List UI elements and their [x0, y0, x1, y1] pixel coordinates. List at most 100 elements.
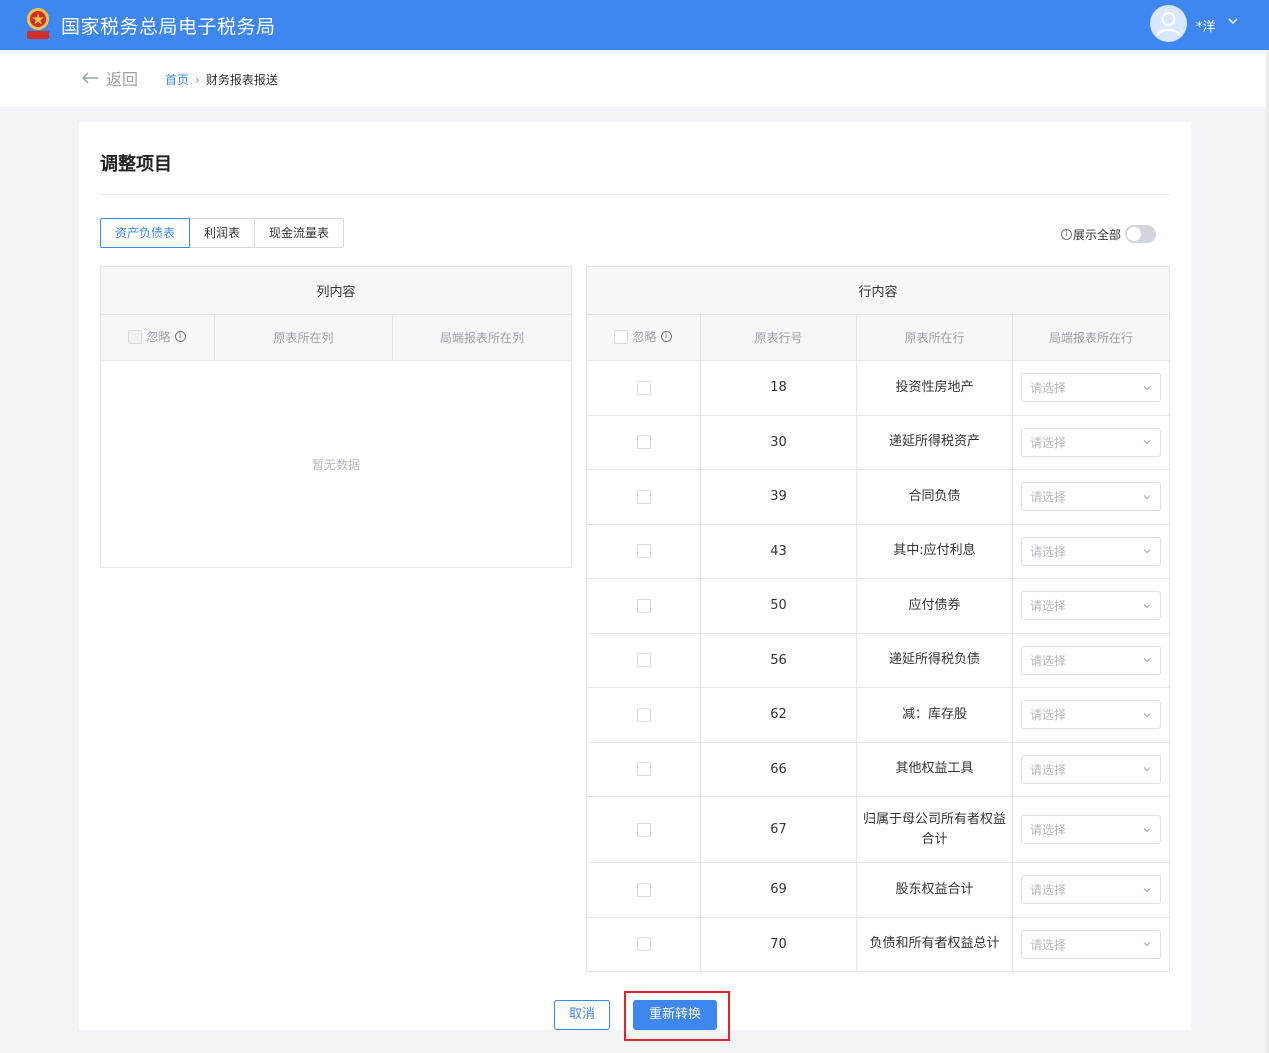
row-number: 69	[700, 862, 857, 918]
column-ignore-header: 忽略	[100, 314, 215, 361]
table-row: 67 归属于母公司所有者权益合计 请选择	[586, 796, 1171, 863]
table-row: 50 应付债券 请选择	[586, 578, 1171, 634]
show-all-label: 展示全部	[1073, 227, 1122, 242]
select-all-checkbox[interactable]	[614, 329, 629, 344]
row-item-name: 负债和所有者权益总计	[856, 916, 1013, 972]
top-header: 国家税务总局电子税务局 *洋	[0, 0, 1269, 50]
show-all-switch[interactable]	[1125, 225, 1157, 243]
row-ignore-checkbox[interactable]	[636, 882, 651, 897]
row-ignore-checkbox[interactable]	[636, 380, 651, 395]
back-label: 返回	[106, 70, 139, 89]
row-ignore-checkbox[interactable]	[636, 435, 651, 450]
row-ignore-checkbox[interactable]	[636, 489, 651, 504]
row-item-name: 其他权益工具	[856, 741, 1013, 797]
row-ignore-checkbox[interactable]	[636, 653, 651, 668]
reconvert-button[interactable]: 重新转换	[633, 1000, 717, 1030]
select-placeholder: 请选择	[1030, 490, 1067, 505]
select-all-checkbox	[128, 329, 143, 344]
adjust-items-card: 调整项目 资产负债表 利润表 现金流量表 展示全部 列内容 忽略 原表所在列 局…	[79, 122, 1191, 1041]
row-ignore-checkbox[interactable]	[636, 707, 651, 722]
select-placeholder: 请选择	[1030, 823, 1067, 837]
row-number: 39	[700, 469, 857, 525]
select-placeholder: 请选择	[1030, 883, 1067, 898]
title-divider	[100, 194, 1169, 195]
table-row: 56 递延所得税负债 请选择	[586, 632, 1171, 688]
bureau-row-select[interactable]: 请选择	[1021, 754, 1161, 784]
ignore-header-label: 忽略	[146, 330, 171, 345]
select-placeholder: 请选择	[1030, 708, 1067, 723]
select-placeholder: 请选择	[1030, 381, 1067, 396]
back-button[interactable]: 返回	[80, 67, 138, 89]
chevron-down-icon	[1143, 887, 1151, 893]
chevron-down-icon	[1143, 549, 1151, 554]
chevron-down-icon	[1143, 712, 1151, 718]
table-row: 62 减：库存股 请选择	[586, 687, 1171, 743]
column-header-original: 原表所在列	[214, 314, 393, 361]
chevron-down-icon	[1143, 385, 1151, 391]
bureau-row-select[interactable]: 请选择	[1021, 700, 1161, 730]
chevron-down-icon	[1143, 603, 1151, 609]
table-row: 18 投资性房地产 请选择	[586, 360, 1171, 416]
chevron-down-icon[interactable]	[1226, 14, 1240, 28]
user-icon	[1156, 12, 1181, 37]
bureau-row-select[interactable]: 请选择	[1021, 815, 1161, 844]
row-item-name: 归属于母公司所有者权益合计	[856, 796, 1013, 863]
breadcrumb-home-link[interactable]: 首页	[165, 71, 189, 88]
row-ignore-checkbox[interactable]	[636, 762, 651, 777]
row-ignore-checkbox[interactable]	[636, 937, 651, 952]
bureau-row-select[interactable]: 请选择	[1021, 929, 1161, 959]
row-ignore-header: 忽略	[586, 314, 701, 361]
row-header-original: 原表所在行	[856, 314, 1013, 361]
show-all-toggle-group: 展示全部	[1061, 225, 1157, 243]
tab-balance-sheet[interactable]: 资产负债表	[100, 218, 191, 248]
row-content-table: 行内容 忽略 原表行号 原表所在行 局端报表所在行 18 投资性房地产 请选择 …	[585, 266, 1171, 972]
user-avatar[interactable]	[1150, 5, 1187, 42]
chevron-down-icon	[1143, 827, 1151, 832]
table-row: 39 合同负债 请选择	[586, 469, 1171, 525]
table-row: 70 负债和所有者权益总计 请选择	[586, 916, 1171, 972]
row-ignore-checkbox[interactable]	[636, 544, 651, 559]
row-number: 56	[700, 632, 857, 688]
row-number: 30	[700, 414, 857, 470]
bureau-row-select[interactable]: 请选择	[1021, 875, 1161, 905]
bureau-row-select[interactable]: 请选择	[1021, 427, 1161, 457]
switch-knob	[1127, 227, 1142, 241]
row-ignore-checkbox[interactable]	[636, 822, 651, 837]
select-placeholder: 请选择	[1030, 653, 1067, 668]
bureau-row-select[interactable]: 请选择	[1021, 645, 1161, 675]
chevron-down-icon	[1143, 494, 1151, 500]
bureau-row-select[interactable]: 请选择	[1021, 373, 1161, 403]
row-item-name: 股东权益合计	[856, 862, 1013, 918]
tab-cash-flow[interactable]: 现金流量表	[254, 218, 345, 248]
user-name[interactable]: *洋	[1196, 16, 1216, 35]
info-icon	[1061, 228, 1072, 240]
info-icon	[660, 330, 672, 343]
chevron-down-icon	[1143, 440, 1151, 445]
row-header-bureau: 局端报表所在行	[1011, 314, 1171, 361]
table-row: 66 其他权益工具 请选择	[586, 741, 1171, 797]
select-placeholder: 请选择	[1030, 435, 1067, 450]
table-row: 69 股东权益合计 请选择	[586, 862, 1171, 918]
chevron-down-icon	[1143, 658, 1151, 663]
column-content-table: 列内容 忽略 原表所在列 局端报表所在列 暂无数据	[99, 266, 573, 568]
row-item-name: 其中:应付利息	[856, 523, 1013, 579]
breadcrumb-bar: 返回 首页 › 财务报表报送	[0, 50, 1269, 106]
select-placeholder: 请选择	[1030, 762, 1067, 777]
cancel-button[interactable]: 取消	[554, 1000, 610, 1030]
row-table-title: 行内容	[585, 266, 1171, 315]
row-number: 70	[700, 916, 857, 972]
bureau-row-select[interactable]: 请选择	[1021, 536, 1161, 566]
tax-emblem-logo	[27, 8, 49, 39]
row-number: 18	[700, 360, 857, 416]
tab-income-statement[interactable]: 利润表	[189, 218, 256, 248]
row-number: 62	[700, 687, 857, 743]
bureau-row-select[interactable]: 请选择	[1021, 482, 1161, 512]
row-ignore-checkbox[interactable]	[636, 598, 651, 613]
empty-placeholder: 暂无数据	[99, 360, 573, 568]
row-number: 67	[700, 796, 857, 863]
row-item-name: 应付债券	[856, 578, 1013, 634]
bureau-row-select[interactable]: 请选择	[1021, 591, 1161, 621]
table-row: 43 其中:应付利息 请选择	[586, 523, 1171, 579]
select-placeholder: 请选择	[1030, 937, 1067, 952]
row-number: 66	[700, 741, 857, 797]
